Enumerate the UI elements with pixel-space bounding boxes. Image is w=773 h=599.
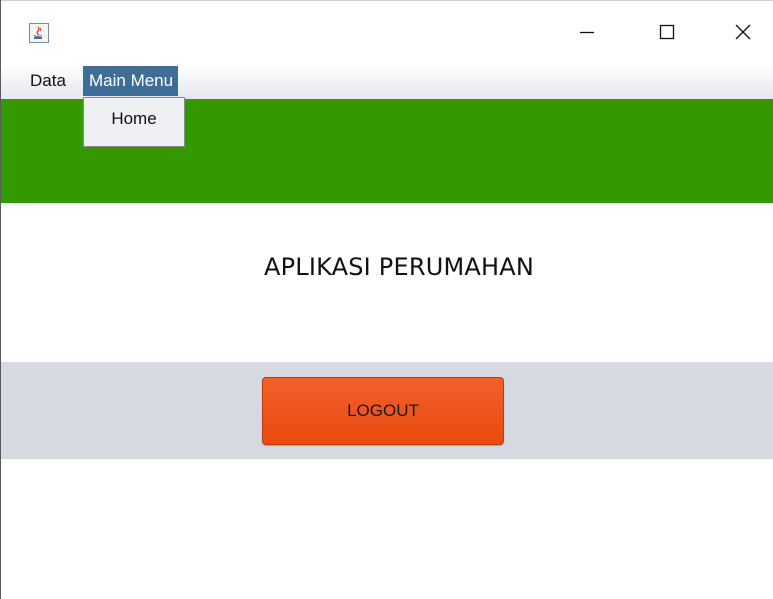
- menu-data[interactable]: Data: [25, 66, 71, 96]
- maximize-icon: [657, 22, 677, 47]
- main-menu-dropdown: Home: [83, 97, 185, 147]
- menu-main-menu[interactable]: Main Menu: [83, 66, 179, 96]
- logout-button[interactable]: LOGOUT: [262, 377, 504, 445]
- menu-item-home[interactable]: Home: [84, 108, 184, 130]
- button-panel: LOGOUT: [1, 362, 773, 459]
- page-title: APLIKASI PERUMAHAN: [263, 253, 535, 281]
- minimize-icon: [577, 22, 597, 47]
- title-bar: [1, 0, 773, 65]
- close-button[interactable]: [723, 18, 763, 50]
- app-window: Data Main Menu APLIKASI PERUMAHAN LOGOUT…: [0, 0, 773, 599]
- menu-bar: Data Main Menu: [1, 65, 773, 99]
- title-panel: APLIKASI PERUMAHAN: [1, 203, 773, 362]
- title-bar-border: [1, 0, 773, 1]
- maximize-button[interactable]: [647, 18, 687, 50]
- minimize-button[interactable]: [567, 18, 607, 50]
- close-icon: [733, 22, 753, 47]
- java-coffee-icon: [29, 23, 49, 43]
